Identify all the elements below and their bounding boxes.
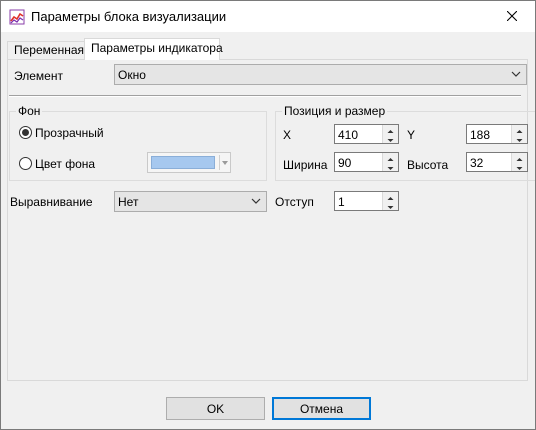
tab-indicator-params[interactable]: Параметры индикатора: [84, 38, 223, 60]
position-group-title: Позиция и размер: [282, 104, 388, 118]
triangle-down-icon: [221, 157, 229, 167]
dialog-window: Параметры блока визуализации Переменная …: [0, 0, 536, 430]
indent-value: 1: [338, 195, 345, 209]
background-group-title: Фон: [16, 104, 43, 118]
ok-label: OK: [206, 401, 225, 416]
alignment-select[interactable]: Нет: [114, 191, 267, 212]
chevron-down-icon: [510, 68, 522, 80]
alignment-label: Выравнивание: [10, 195, 93, 209]
divider: [219, 155, 220, 170]
spin-down-button[interactable]: [512, 134, 527, 143]
width-value: 90: [338, 156, 352, 170]
spin-down-button[interactable]: [383, 134, 398, 143]
width-label: Ширина: [283, 158, 328, 172]
spin-down-button[interactable]: [383, 201, 398, 210]
spin-buttons: [382, 153, 398, 171]
width-spinbox[interactable]: 90: [334, 152, 399, 172]
tab-variable[interactable]: Переменная: [7, 41, 85, 59]
spin-buttons: [382, 192, 398, 210]
x-label: X: [283, 128, 292, 142]
transparent-radio[interactable]: [19, 126, 32, 139]
divider: [9, 95, 521, 97]
x-spinbox[interactable]: 410: [334, 124, 399, 144]
color-swatch: [151, 156, 215, 169]
radio-selected-dot: [22, 129, 29, 136]
height-value: 32: [470, 156, 484, 170]
window-title: Параметры блока визуализации: [31, 9, 227, 24]
height-label: Высота: [407, 158, 449, 172]
cancel-label: Отмена: [299, 401, 344, 416]
tab-label: Переменная: [14, 43, 84, 57]
tab-panel: [7, 59, 528, 381]
tab-label: Параметры индикатора: [91, 41, 223, 55]
alignment-value: Нет: [118, 195, 139, 209]
background-color-picker[interactable]: [147, 152, 231, 173]
close-button[interactable]: [489, 1, 535, 32]
y-spinbox[interactable]: 188: [466, 124, 528, 144]
x-value: 410: [338, 128, 359, 142]
color-label: Цвет фона: [35, 157, 96, 171]
spin-down-button[interactable]: [383, 162, 398, 171]
y-label: Y: [407, 128, 416, 142]
chevron-down-icon: [250, 195, 262, 207]
height-spinbox[interactable]: 32: [466, 152, 528, 172]
element-value: Окно: [118, 68, 146, 82]
transparent-label: Прозрачный: [35, 126, 104, 140]
color-radio[interactable]: [19, 157, 32, 170]
indent-label: Отступ: [275, 195, 314, 209]
spin-buttons: [382, 125, 398, 143]
indent-spinbox[interactable]: 1: [334, 191, 399, 211]
title-bar: Параметры блока визуализации: [1, 1, 535, 32]
spin-buttons: [511, 125, 527, 143]
element-select[interactable]: Окно: [114, 64, 527, 85]
ok-button[interactable]: OK: [166, 397, 265, 420]
app-chart-icon: [9, 9, 25, 25]
element-label: Элемент: [14, 69, 63, 83]
cancel-button[interactable]: Отмена: [272, 397, 371, 420]
spin-down-button[interactable]: [512, 162, 527, 171]
y-value: 188: [470, 128, 491, 142]
close-icon: [506, 10, 518, 24]
spin-buttons: [511, 153, 527, 171]
